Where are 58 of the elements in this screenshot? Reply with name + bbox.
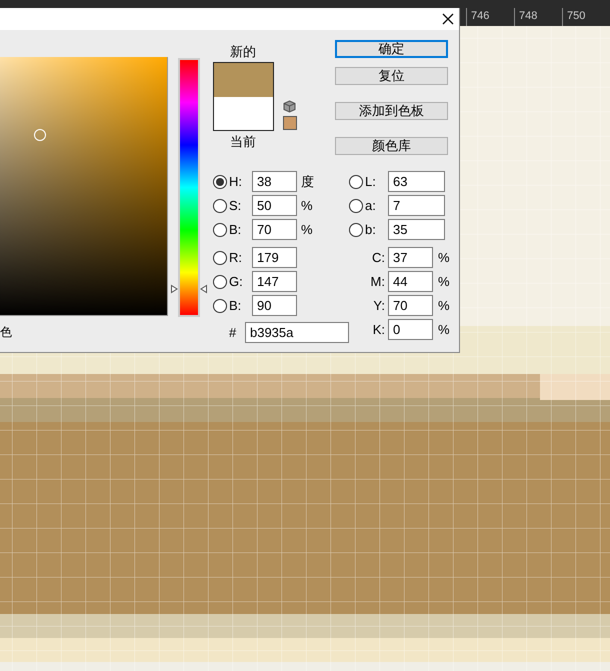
field-label: B:	[228, 296, 242, 315]
unit-label: %	[437, 320, 450, 339]
input-field[interactable]: 38	[252, 171, 297, 192]
dialog-button[interactable]: 添加到色板	[335, 102, 448, 120]
input-field[interactable]: 7	[388, 195, 445, 216]
unit-label: %	[300, 220, 313, 239]
color-picker-marker[interactable]	[34, 128, 46, 141]
input-field[interactable]: 179	[252, 247, 297, 268]
radio-button[interactable]	[349, 198, 363, 212]
radio-button[interactable]	[213, 222, 227, 236]
input-field[interactable]: b3935a	[244, 322, 349, 343]
field-label: S:	[228, 196, 242, 215]
input-field[interactable]: 0	[388, 319, 433, 340]
input-field[interactable]: 37	[388, 247, 433, 268]
input-field[interactable]: 90	[252, 295, 297, 316]
radio-button[interactable]	[349, 222, 363, 236]
unit-label: %	[437, 296, 450, 315]
option-label: 色	[0, 324, 13, 340]
unit-label: 度	[300, 172, 314, 191]
cube-icon[interactable]	[283, 100, 296, 113]
input-field[interactable]: 44	[388, 271, 433, 292]
current-color-swatch[interactable]	[214, 97, 273, 130]
input-field[interactable]: 147	[252, 271, 297, 292]
field-label: Y:	[372, 296, 386, 315]
field-label: b:	[364, 220, 377, 239]
input-field[interactable]: 35	[388, 219, 445, 240]
radio-button[interactable]	[213, 250, 227, 264]
input-field[interactable]: 50	[252, 195, 297, 216]
field-label: C:	[371, 248, 386, 267]
color-field[interactable]	[0, 57, 168, 316]
field-label: a:	[364, 196, 377, 215]
field-label: B:	[228, 220, 242, 239]
unit-label: %	[437, 272, 450, 291]
field-label: G:	[228, 272, 244, 291]
radio-button[interactable]	[213, 298, 227, 312]
hex-label: #	[229, 324, 238, 342]
unit-label: %	[437, 248, 450, 267]
field-label: K:	[372, 320, 386, 339]
field-label: L:	[364, 172, 377, 191]
field-label: M:	[370, 272, 386, 291]
field-label: R:	[228, 248, 243, 267]
dialog-button[interactable]: 复位	[335, 67, 448, 85]
dialog-button[interactable]: 确定	[335, 40, 448, 58]
field-label: H:	[228, 172, 243, 191]
input-field[interactable]: 63	[388, 171, 445, 192]
radio-button[interactable]	[213, 174, 227, 188]
input-field[interactable]: 70	[252, 219, 297, 240]
unit-label: %	[300, 196, 313, 215]
hue-spectrum-bar[interactable]	[178, 58, 200, 317]
input-field[interactable]: 70	[388, 295, 433, 316]
dialog-button[interactable]: 颜色库	[335, 137, 448, 155]
new-label: 新的	[229, 44, 257, 60]
radio-button[interactable]	[349, 174, 363, 188]
websafe-color-swatch[interactable]	[283, 116, 297, 130]
radio-button[interactable]	[213, 274, 227, 288]
close-icon[interactable]	[442, 13, 454, 25]
current-label: 当前	[229, 134, 257, 150]
radio-button[interactable]	[213, 198, 227, 212]
